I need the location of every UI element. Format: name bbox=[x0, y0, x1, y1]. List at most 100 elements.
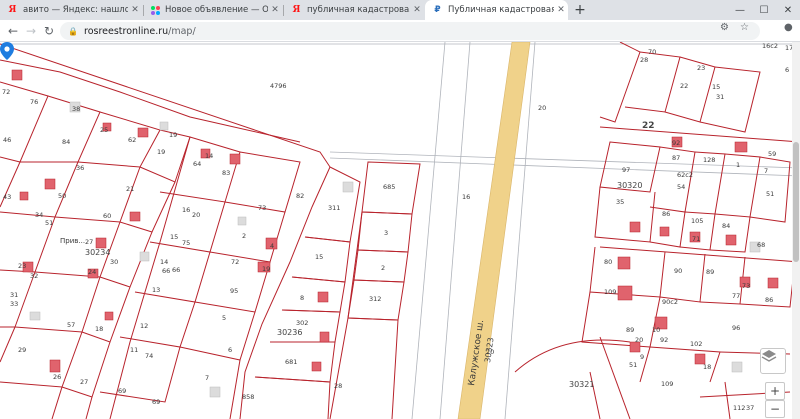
svg-text:74: 74 bbox=[145, 352, 153, 360]
close-tab-icon[interactable]: ✕ bbox=[410, 5, 424, 15]
svg-text:6: 6 bbox=[785, 66, 789, 74]
svg-text:2: 2 bbox=[381, 264, 385, 272]
svg-text:87: 87 bbox=[672, 154, 680, 162]
avito-icon bbox=[151, 5, 160, 15]
svg-text:15: 15 bbox=[315, 253, 323, 261]
svg-text:312: 312 bbox=[369, 295, 381, 303]
back-button[interactable]: ← bbox=[4, 22, 22, 40]
tab-cadastral-map[interactable]: ₽ Публичная кадастровая карта 20 ✕ bbox=[425, 0, 568, 20]
svg-text:86: 86 bbox=[662, 210, 670, 218]
maximize-button[interactable]: ☐ bbox=[752, 0, 776, 20]
svg-text:15: 15 bbox=[712, 83, 720, 91]
svg-text:19: 19 bbox=[262, 265, 270, 273]
svg-text:16c2: 16c2 bbox=[762, 42, 778, 50]
tab-title: Новое объявление — Объявления bbox=[165, 5, 268, 15]
scrollbar-thumb[interactable] bbox=[793, 142, 799, 262]
svg-text:62c2: 62c2 bbox=[677, 171, 693, 179]
svg-text:51: 51 bbox=[629, 361, 637, 369]
svg-text:97: 97 bbox=[622, 166, 630, 174]
svg-text:15: 15 bbox=[170, 233, 178, 241]
svg-text:95: 95 bbox=[230, 287, 238, 295]
bookmark-star-icon[interactable]: ☆ bbox=[740, 22, 749, 33]
profile-icon[interactable]: ● bbox=[784, 22, 793, 33]
browser-toolbar: ← → ↻ 🔒 rosreestronline.ru/map/ ⚙ ☆ ● bbox=[0, 20, 800, 42]
tab-avito-new-ad[interactable]: Новое объявление — Объявления ✕ bbox=[144, 0, 282, 20]
location-pin-icon[interactable] bbox=[0, 42, 14, 60]
close-tab-icon[interactable]: ✕ bbox=[128, 5, 142, 15]
zoom-in-button[interactable]: + bbox=[765, 382, 785, 400]
road-edges bbox=[0, 42, 800, 419]
close-window-button[interactable]: ✕ bbox=[776, 0, 800, 20]
tab-yandex-search[interactable]: Я авито — Яндекс: нашлось 61 млн ✕ bbox=[0, 0, 142, 20]
svg-text:22: 22 bbox=[642, 121, 655, 131]
svg-text:77: 77 bbox=[732, 292, 740, 300]
svg-text:16: 16 bbox=[462, 193, 470, 201]
reload-button[interactable]: ↻ bbox=[40, 22, 58, 40]
svg-text:33: 33 bbox=[10, 300, 18, 308]
new-tab-button[interactable]: + bbox=[571, 1, 589, 19]
close-tab-icon[interactable]: ✕ bbox=[554, 5, 568, 15]
svg-text:22: 22 bbox=[680, 82, 688, 90]
svg-text:12: 12 bbox=[140, 322, 148, 330]
parcel-labels: 47962016 68532 31231115 8302681 28858 38… bbox=[2, 42, 793, 412]
side-street-label: Прив... bbox=[60, 237, 85, 245]
svg-text:51: 51 bbox=[766, 190, 774, 198]
map-canvas[interactable]: 47962016 68532 31231115 8302681 28858 38… bbox=[0, 42, 800, 419]
svg-text:24: 24 bbox=[88, 268, 96, 276]
svg-text:60: 60 bbox=[103, 212, 111, 220]
yandex-icon: Я bbox=[292, 5, 301, 15]
svg-text:86: 86 bbox=[765, 296, 773, 304]
forward-button[interactable]: → bbox=[22, 22, 40, 40]
svg-text:30: 30 bbox=[110, 258, 118, 266]
svg-text:28: 28 bbox=[640, 56, 648, 64]
svg-text:4796: 4796 bbox=[270, 82, 287, 90]
minimize-button[interactable]: — bbox=[728, 0, 752, 20]
layers-button[interactable] bbox=[760, 348, 786, 374]
svg-text:50: 50 bbox=[58, 192, 66, 200]
svg-text:69: 69 bbox=[152, 398, 160, 406]
svg-text:73: 73 bbox=[742, 282, 750, 290]
svg-text:57: 57 bbox=[67, 321, 75, 329]
svg-text:109: 109 bbox=[661, 380, 673, 388]
svg-text:72: 72 bbox=[231, 258, 239, 266]
svg-text:51: 51 bbox=[45, 219, 53, 227]
svg-text:46: 46 bbox=[3, 136, 11, 144]
svg-text:13: 13 bbox=[152, 286, 160, 294]
svg-text:14: 14 bbox=[205, 152, 213, 160]
tab-strip: Я авито — Яндекс: нашлось 61 млн ✕ Новое… bbox=[0, 0, 800, 20]
zoom-out-button[interactable]: − bbox=[765, 400, 785, 418]
svg-text:20: 20 bbox=[538, 104, 546, 112]
svg-text:19: 19 bbox=[157, 148, 165, 156]
lock-icon[interactable]: 🔒 bbox=[65, 27, 81, 36]
svg-text:83: 83 bbox=[222, 169, 230, 177]
svg-text:685: 685 bbox=[383, 183, 395, 191]
svg-text:19: 19 bbox=[169, 131, 177, 139]
url-text[interactable]: rosreestronline.ru/map/ bbox=[84, 26, 196, 37]
svg-text:31: 31 bbox=[10, 291, 18, 299]
tab-cadastral-search[interactable]: Я публичная кадастровая карта — ✕ bbox=[284, 0, 424, 20]
svg-text:66: 66 bbox=[172, 266, 180, 274]
svg-text:311: 311 bbox=[328, 204, 340, 212]
svg-text:82: 82 bbox=[296, 192, 304, 200]
svg-text:302: 302 bbox=[296, 319, 308, 327]
svg-text:90: 90 bbox=[674, 267, 682, 275]
close-tab-icon[interactable]: ✕ bbox=[268, 5, 282, 15]
svg-text:68: 68 bbox=[757, 241, 765, 249]
tab-title: Публичная кадастровая карта 20 bbox=[448, 5, 554, 15]
svg-text:681: 681 bbox=[285, 358, 297, 366]
page-scrollbar[interactable] bbox=[792, 42, 800, 419]
site-settings-icon[interactable]: ⚙ bbox=[720, 22, 729, 33]
svg-text:3: 3 bbox=[384, 229, 388, 237]
svg-text:76: 76 bbox=[30, 98, 38, 106]
svg-text:90c2: 90c2 bbox=[662, 298, 678, 306]
cadastral-map[interactable]: 4796 20 16 685 3 2 312 311 15 8 302 681 28 858 38… bbox=[0, 42, 800, 419]
svg-text:84: 84 bbox=[62, 138, 70, 146]
svg-text:27: 27 bbox=[85, 238, 93, 246]
svg-text:858: 858 bbox=[242, 393, 254, 401]
address-bar[interactable]: 🔒 rosreestronline.ru/map/ bbox=[60, 22, 760, 40]
svg-text:96: 96 bbox=[732, 324, 740, 332]
svg-text:59: 59 bbox=[768, 150, 776, 158]
svg-text:35: 35 bbox=[616, 198, 624, 206]
svg-text:92: 92 bbox=[660, 336, 668, 344]
svg-text:6: 6 bbox=[228, 346, 232, 354]
